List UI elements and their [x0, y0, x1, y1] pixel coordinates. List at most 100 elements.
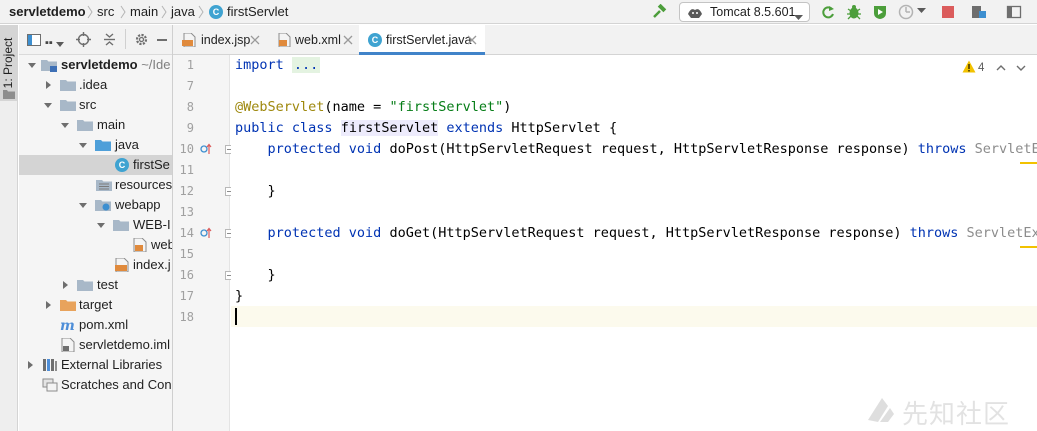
- code-line-9: public class firstServlet extends HttpSe…: [235, 118, 617, 139]
- chevron-down-icon[interactable]: [917, 8, 926, 14]
- chevron-down-icon[interactable]: [79, 141, 87, 149]
- maven-icon: m: [60, 318, 76, 332]
- locate-target-icon[interactable]: [76, 32, 91, 47]
- tree-row-index-jsp[interactable]: index.j: [19, 255, 172, 275]
- xml-file-icon: [277, 33, 291, 47]
- tab-label: index.jsp: [201, 33, 251, 47]
- run-configuration-label: Tomcat 8.5.601: [710, 5, 796, 19]
- code-editor[interactable]: import ... @WebServlet(name = "firstServ…: [231, 55, 1037, 431]
- project-structure-icon[interactable]: [971, 4, 987, 20]
- chevron-right-icon[interactable]: [26, 361, 34, 369]
- tree-label: webapp: [115, 197, 161, 212]
- tree-row-test[interactable]: test: [19, 275, 172, 295]
- jsp-file-icon: [182, 33, 196, 47]
- chevron-down-icon[interactable]: [28, 61, 36, 69]
- code-token: throws: [917, 141, 967, 157]
- project-tree: servletdemo ~/Ide .idea src main java C …: [19, 55, 172, 431]
- source-folder-icon: [95, 138, 111, 152]
- window-icon[interactable]: [1006, 4, 1022, 20]
- tab-web-xml[interactable]: web.xml: [276, 25, 356, 55]
- line-number: 7: [186, 79, 194, 93]
- profile-icon[interactable]: [898, 4, 914, 20]
- tree-label: External Libraries: [61, 357, 163, 372]
- breadcrumb-separator-icon: [161, 5, 167, 19]
- code-line-12: }: [235, 181, 276, 202]
- chevron-down-icon[interactable]: [79, 201, 87, 209]
- tree-row-pom-xml[interactable]: m pom.xml: [19, 315, 172, 335]
- coverage-icon[interactable]: [872, 4, 888, 20]
- code-token: ServletEx: [974, 141, 1037, 157]
- code-token: }: [235, 288, 244, 304]
- code-token: }: [267, 183, 276, 199]
- collapse-all-icon[interactable]: [102, 32, 117, 47]
- java-class-icon: C: [209, 5, 223, 19]
- breadcrumb-project[interactable]: servletdemo: [9, 4, 86, 20]
- gear-icon[interactable]: [134, 32, 149, 47]
- chevron-right-icon[interactable]: [44, 81, 52, 89]
- folder-icon: [77, 118, 93, 132]
- code-token: HttpServlet {: [503, 120, 618, 136]
- code-token: ): [503, 99, 512, 115]
- chevron-down-icon[interactable]: [1016, 63, 1026, 73]
- xml-file-icon: [132, 238, 148, 252]
- tree-row-target[interactable]: target: [19, 295, 172, 315]
- tree-row-webapp[interactable]: webapp: [19, 195, 172, 215]
- code-token: protected void: [267, 225, 382, 241]
- tree-row-servletdemo[interactable]: servletdemo ~/Ide: [19, 55, 172, 75]
- chevron-down-icon[interactable]: [44, 101, 52, 109]
- chevron-down-icon[interactable]: [97, 221, 105, 229]
- tree-row-main[interactable]: main: [19, 115, 172, 135]
- tree-row-firstservlet[interactable]: C firstSe: [19, 155, 172, 175]
- close-icon[interactable]: [250, 35, 260, 45]
- breadcrumb-firstservlet[interactable]: firstServlet: [227, 4, 288, 20]
- tree-row-iml[interactable]: servletdemo.iml: [19, 335, 172, 355]
- java-class-icon: C: [368, 33, 382, 47]
- override-method-icon[interactable]: [200, 143, 212, 155]
- close-icon[interactable]: [343, 35, 353, 45]
- view-selector-dots-icon[interactable]: ▪▪: [45, 38, 53, 49]
- chevron-right-icon[interactable]: [44, 301, 52, 309]
- code-line-1: import ...: [235, 55, 321, 76]
- stop-icon[interactable]: [940, 4, 956, 20]
- tree-row-web-xml[interactable]: web: [19, 235, 172, 255]
- folded-imports[interactable]: ...: [291, 57, 321, 73]
- tab-firstservlet-java[interactable]: C firstServlet.java: [359, 25, 485, 55]
- breadcrumb-src[interactable]: src: [97, 4, 114, 20]
- tab-label: web.xml: [295, 33, 341, 47]
- tree-row-external-libraries[interactable]: External Libraries: [19, 355, 172, 375]
- chevron-down-icon[interactable]: [56, 36, 64, 47]
- rerun-icon[interactable]: [820, 4, 836, 20]
- override-method-icon[interactable]: [200, 227, 212, 239]
- watermark-text: 先知社区: [902, 400, 1011, 430]
- chevron-up-icon[interactable]: [996, 63, 1006, 73]
- chevron-down-icon[interactable]: [61, 121, 69, 129]
- tree-row-resources[interactable]: resources: [19, 175, 172, 195]
- breadcrumb-java[interactable]: java: [171, 4, 195, 20]
- chevron-right-icon[interactable]: [61, 281, 69, 289]
- tree-row-idea[interactable]: .idea: [19, 75, 172, 95]
- folder-icon: [60, 98, 76, 112]
- tree-row-web-inf[interactable]: WEB-I: [19, 215, 172, 235]
- code-token: throws: [909, 225, 959, 241]
- code-token: @WebServlet: [235, 99, 325, 115]
- java-class-icon: C: [115, 158, 129, 172]
- run-configuration-selector[interactable]: Tomcat 8.5.601: [679, 2, 810, 22]
- tree-label-path: ~/Ide: [137, 57, 171, 72]
- tree-row-java[interactable]: java: [19, 135, 172, 155]
- tree-row-src[interactable]: src: [19, 95, 172, 115]
- resources-folder-icon: [96, 178, 112, 192]
- warning-count[interactable]: 4: [978, 61, 984, 75]
- project-view-icon[interactable]: [27, 33, 41, 47]
- minimize-icon[interactable]: [157, 39, 167, 41]
- tree-row-scratches[interactable]: Scratches and Con: [19, 375, 172, 395]
- warning-underline: [1020, 246, 1037, 248]
- line-number: 18: [179, 310, 194, 324]
- tab-index-jsp[interactable]: index.jsp: [173, 25, 270, 55]
- tree-label: index.j: [133, 257, 171, 272]
- breadcrumb-main[interactable]: main: [130, 4, 158, 20]
- editor-tab-bar: index.jsp web.xml C firstServlet.java: [173, 25, 1037, 55]
- debug-icon[interactable]: [846, 4, 862, 20]
- watermark-logo-icon: [866, 396, 896, 424]
- build-hammer-icon[interactable]: [651, 4, 667, 20]
- close-icon[interactable]: [467, 35, 477, 45]
